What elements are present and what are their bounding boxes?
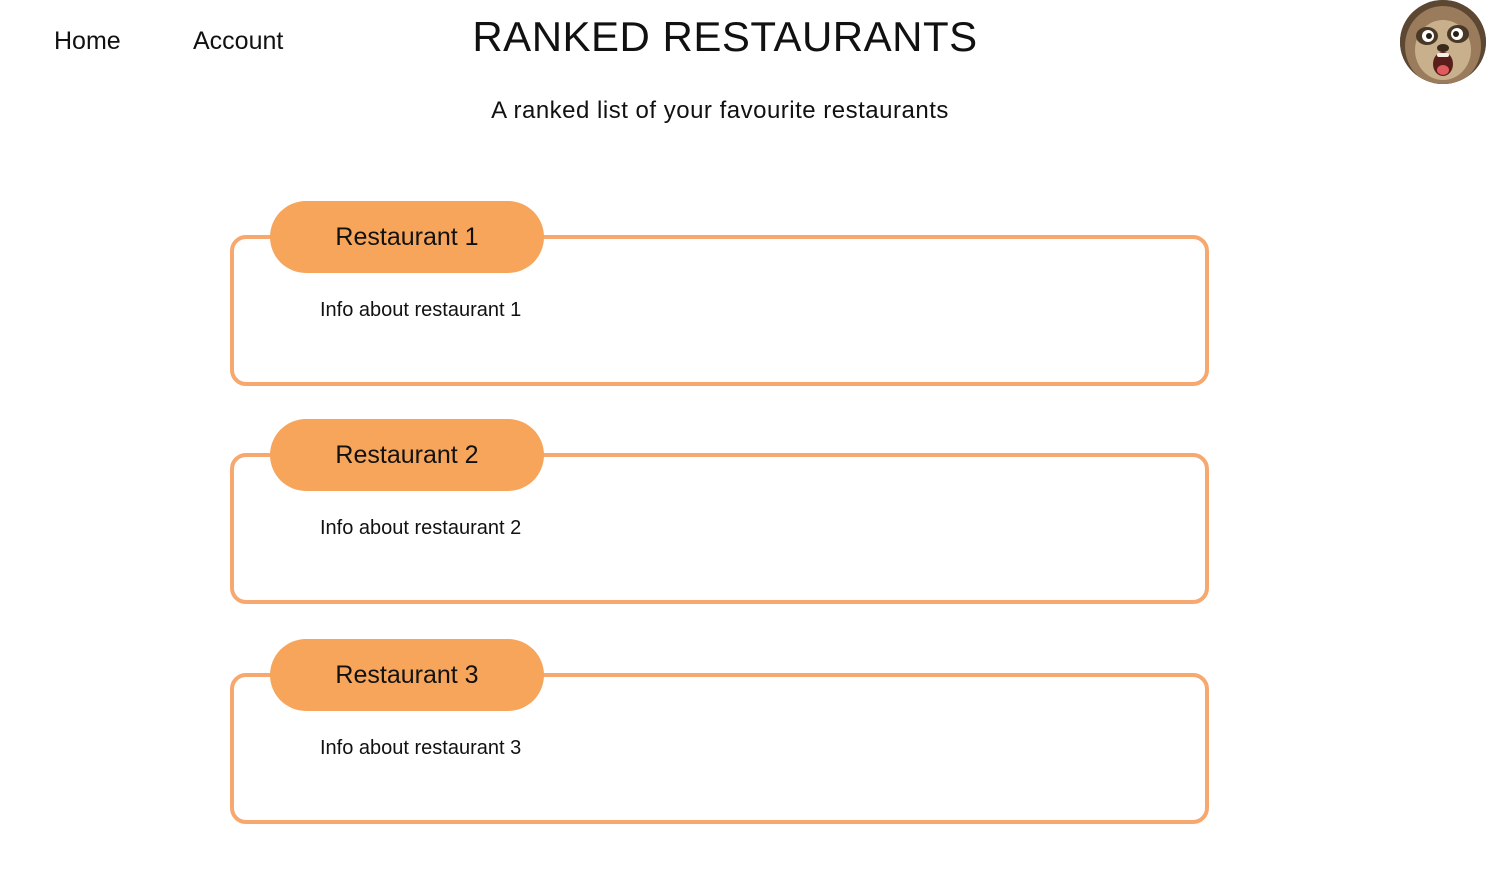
restaurant-name-button[interactable]: Restaurant 2 [270, 419, 544, 491]
restaurant-card-2: Restaurant 2 Info about restaurant 2 [230, 419, 1209, 604]
restaurant-name-button[interactable]: Restaurant 1 [270, 201, 544, 273]
page-title: RANKED RESTAURANTS [472, 13, 978, 60]
page-subtitle: A ranked list of your favourite restaura… [491, 97, 949, 124]
restaurant-card-1: Restaurant 1 Info about restaurant 1 [230, 201, 1209, 386]
restaurant-info: Info about restaurant 2 [320, 517, 522, 539]
avatar[interactable] [1400, 0, 1486, 84]
restaurant-info: Info about restaurant 3 [320, 737, 522, 759]
restaurant-name-button[interactable]: Restaurant 3 [270, 639, 544, 711]
sloth-avatar-icon [1400, 0, 1486, 84]
page: Home Account RANKED RESTAURANTS A ranked… [0, 0, 1512, 880]
restaurant-card-3: Restaurant 3 Info about restaurant 3 [230, 639, 1209, 824]
restaurant-info: Info about restaurant 1 [320, 299, 522, 321]
